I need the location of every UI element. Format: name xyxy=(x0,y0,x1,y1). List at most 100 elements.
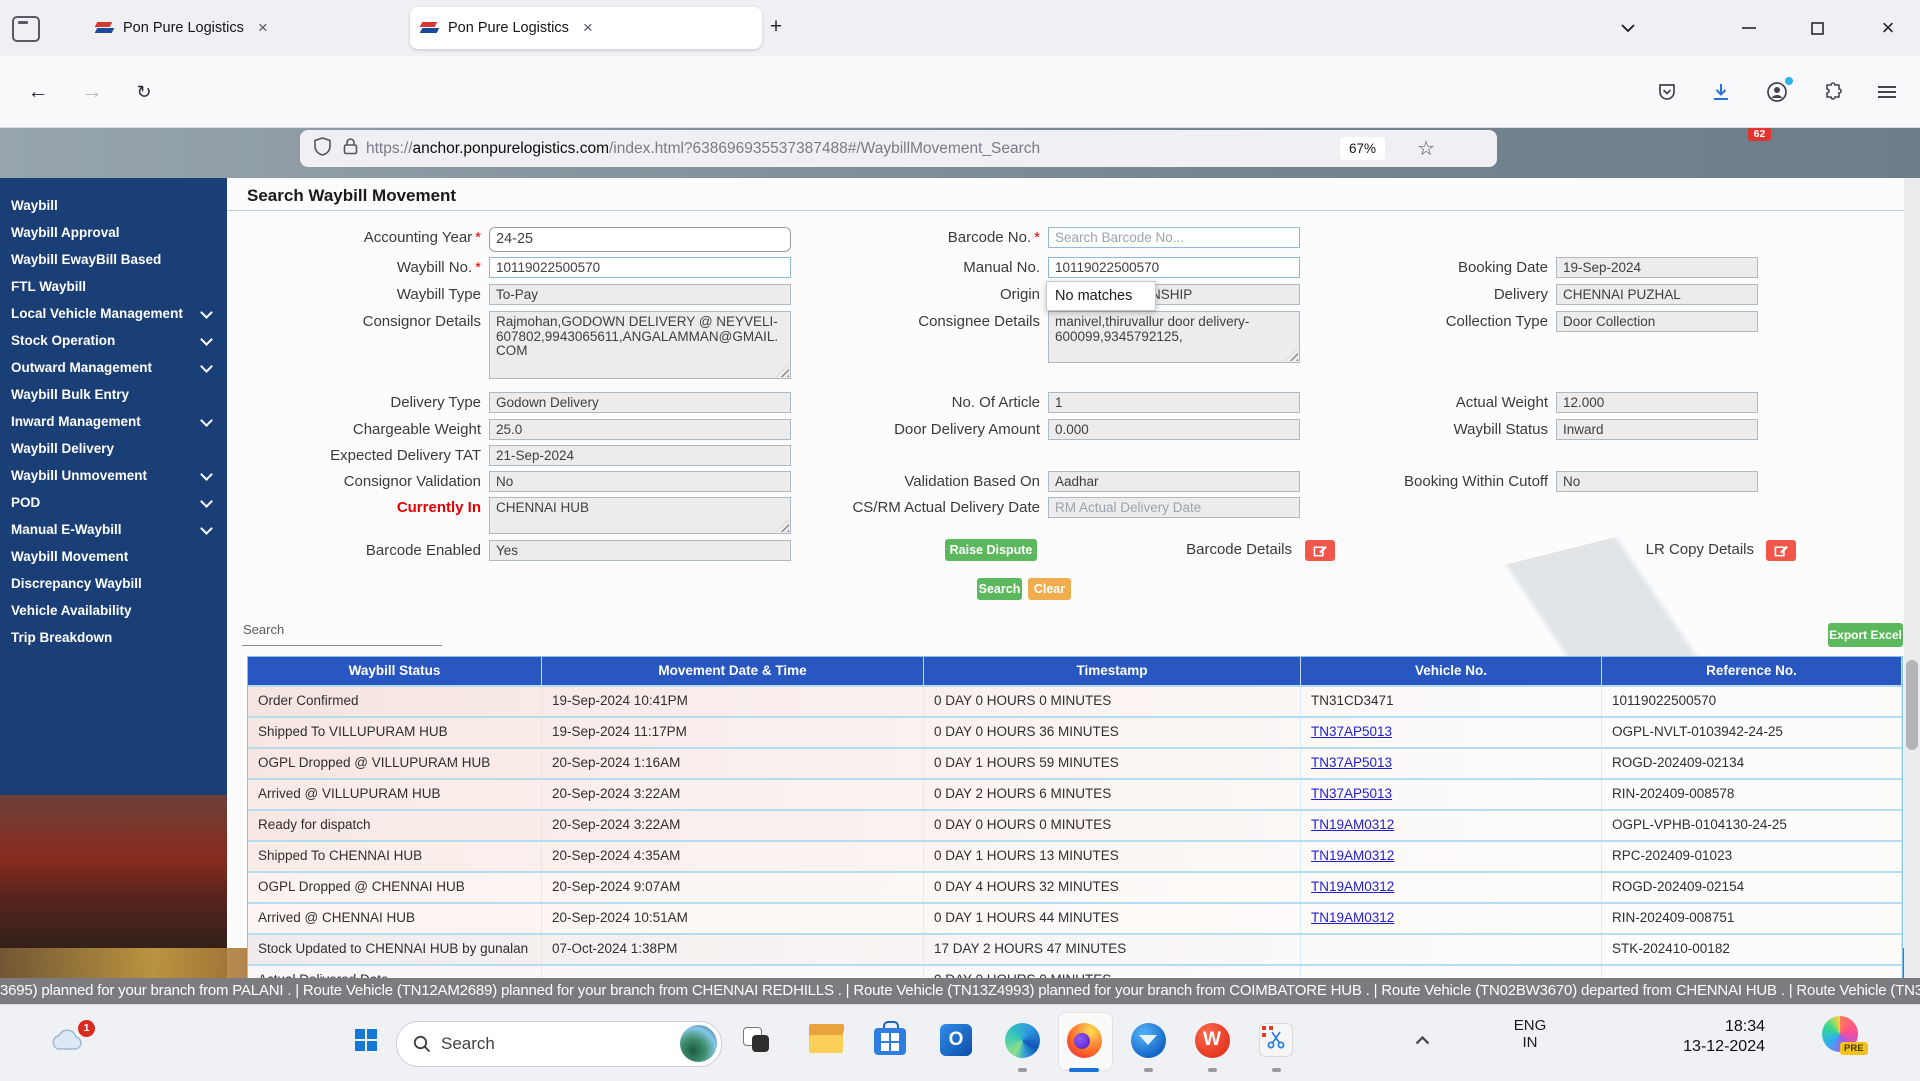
page-scrollbar-track[interactable] xyxy=(1904,178,1920,978)
thunderbird-icon[interactable] xyxy=(1122,1014,1174,1066)
window-minimize-button[interactable] xyxy=(1721,0,1777,56)
tab-list-chevron-icon[interactable] xyxy=(1600,0,1656,56)
vehicle-cell: TN31CD3471 xyxy=(1301,687,1602,716)
firefox-icon[interactable] xyxy=(1058,1014,1110,1066)
vehicle-link[interactable]: TN19AM0312 xyxy=(1311,879,1394,894)
url-bar[interactable]: https://anchor.ponpurelogistics.com/inde… xyxy=(300,130,1497,167)
task-view-button[interactable] xyxy=(731,1014,783,1066)
language-indicator[interactable]: ENGIN xyxy=(1508,1017,1552,1051)
sidebar-item-outward-management[interactable]: Outward Management xyxy=(0,354,227,381)
bookmark-star-icon[interactable]: ☆ xyxy=(1417,136,1435,161)
search-highlight-image[interactable] xyxy=(680,1025,717,1062)
sidebar-item-discrepancy-waybill[interactable]: Discrepancy Waybill xyxy=(0,570,227,597)
vehicle-link[interactable]: TN19AM0312 xyxy=(1311,848,1394,863)
field-label-csrm: CS/RM Actual Delivery Date xyxy=(740,499,1040,516)
browser-tab-active[interactable]: Pon Pure Logistics × xyxy=(410,7,762,49)
vehicle-link[interactable]: TN37AP5013 xyxy=(1311,786,1392,801)
outlook-icon[interactable]: O xyxy=(930,1014,982,1066)
search-button[interactable]: Search xyxy=(977,578,1022,600)
tray-clock[interactable]: 18:3413-12-2024 xyxy=(1665,1017,1765,1057)
start-button[interactable] xyxy=(340,1014,392,1066)
field-input-benabled[interactable]: Yes xyxy=(489,540,791,561)
firefox-view-icon[interactable] xyxy=(12,16,40,42)
field-input-csrm[interactable]: RM Actual Delivery Date xyxy=(1048,497,1300,518)
sidebar-item-trip-breakdown[interactable]: Trip Breakdown xyxy=(0,624,227,651)
back-icon[interactable]: ← xyxy=(24,78,52,106)
datetime-cell: 20-Sep-2024 10:51AM xyxy=(542,904,924,933)
menu-hamburger-icon[interactable] xyxy=(1872,78,1902,106)
field-input-cutoff[interactable]: No xyxy=(1556,471,1758,492)
pocket-icon[interactable] xyxy=(1652,78,1682,106)
field-input-barcode[interactable]: Search Barcode No... xyxy=(1048,227,1300,248)
vehicle-link[interactable]: TN37AP5013 xyxy=(1311,755,1392,770)
vehicle-cell: TN19AM0312 xyxy=(1301,873,1602,902)
taskbar-search[interactable]: Search xyxy=(396,1021,722,1067)
tray-chevron-up-icon[interactable] xyxy=(1396,1014,1448,1066)
field-input-bdate[interactable]: 19-Sep-2024 xyxy=(1556,257,1758,278)
field-label-consignee: Consignee Details xyxy=(740,313,1040,330)
sidebar-item-label: Local Vehicle Management xyxy=(11,306,183,321)
lock-icon[interactable] xyxy=(343,137,358,160)
sidebar-item-ftl-waybill[interactable]: FTL Waybill xyxy=(0,273,227,300)
snipping-tool-icon[interactable] xyxy=(1250,1014,1302,1066)
title-divider xyxy=(227,210,1904,211)
sidebar-item-waybill-ewaybill-based[interactable]: Waybill EwayBill Based xyxy=(0,246,227,273)
vehicle-link[interactable]: TN19AM0312 xyxy=(1311,910,1394,925)
window-close-button[interactable]: × xyxy=(1860,0,1916,56)
page-scrollbar-thumb[interactable] xyxy=(1906,660,1918,750)
window-maximize-button[interactable] xyxy=(1789,0,1845,56)
sidebar-item-manual-e-waybill[interactable]: Manual E-Waybill xyxy=(0,516,227,543)
lr-copy-details-edit-button[interactable] xyxy=(1766,540,1796,561)
field-value-wtype: To-Pay xyxy=(496,287,538,302)
new-tab-button[interactable]: + xyxy=(762,14,790,42)
field-input-ctype[interactable]: Door Collection xyxy=(1556,311,1758,332)
account-icon[interactable] xyxy=(1762,78,1792,106)
barcode-details-edit-button[interactable] xyxy=(1305,540,1335,561)
resize-grip-icon[interactable] xyxy=(776,519,789,532)
edge-icon[interactable] xyxy=(996,1014,1048,1066)
vehicle-link[interactable]: TN37AP5013 xyxy=(1311,724,1392,739)
field-label-ctype: Collection Type xyxy=(1248,313,1548,330)
field-input-wstatus[interactable]: Inward xyxy=(1556,419,1758,440)
resize-grip-icon[interactable] xyxy=(776,364,789,377)
field-value-vbo: Aadhar xyxy=(1055,474,1099,489)
extensions-icon[interactable] xyxy=(1818,78,1848,106)
wps-office-icon[interactable]: W xyxy=(1186,1014,1238,1066)
downloads-icon[interactable] xyxy=(1706,78,1736,106)
sidebar-item-stock-operation[interactable]: Stock Operation xyxy=(0,327,227,354)
status-cell: Shipped To CHENNAI HUB xyxy=(248,842,542,871)
resize-grip-icon[interactable] xyxy=(1285,348,1298,361)
field-input-delivery[interactable]: CHENNAI PUZHAL xyxy=(1556,284,1758,305)
export-excel-button[interactable]: Export Excel xyxy=(1828,623,1903,647)
sidebar-item-vehicle-availability[interactable]: Vehicle Availability xyxy=(0,597,227,624)
sidebar-item-pod[interactable]: POD xyxy=(0,489,227,516)
sidebar-item-waybill-approval[interactable]: Waybill Approval xyxy=(0,219,227,246)
sidebar-item-inward-management[interactable]: Inward Management xyxy=(0,408,227,435)
file-explorer-icon[interactable] xyxy=(800,1014,852,1066)
vehicle-link[interactable]: TN19AM0312 xyxy=(1311,817,1394,832)
sidebar-item-waybill-movement[interactable]: Waybill Movement xyxy=(0,543,227,570)
shield-icon[interactable] xyxy=(314,137,331,161)
raise-dispute-button[interactable]: Raise Dispute xyxy=(945,539,1037,561)
account-notification-dot xyxy=(1785,77,1793,85)
field-value-ctype: Door Collection xyxy=(1563,314,1655,329)
close-tab-icon[interactable]: × xyxy=(254,18,272,38)
zoom-level-badge[interactable]: 67% xyxy=(1340,137,1385,160)
browser-tab-inactive[interactable]: Pon Pure Logistics × xyxy=(85,7,413,49)
sidebar-item-waybill-delivery[interactable]: Waybill Delivery xyxy=(0,435,227,462)
field-value-barcode: Search Barcode No... xyxy=(1055,230,1184,245)
chevron-down-icon xyxy=(200,522,213,535)
field-input-tat[interactable]: 21-Sep-2024 xyxy=(489,445,791,466)
sidebar-item-local-vehicle-management[interactable]: Local Vehicle Management xyxy=(0,300,227,327)
sidebar-item-label: Stock Operation xyxy=(11,333,115,348)
field-input-aweight[interactable]: 12.000 xyxy=(1556,392,1758,413)
sidebar-item-waybill-bulk-entry[interactable]: Waybill Bulk Entry xyxy=(0,381,227,408)
forward-icon[interactable]: → xyxy=(78,78,106,106)
clear-button[interactable]: Clear xyxy=(1028,578,1071,600)
microsoft-store-icon[interactable] xyxy=(864,1014,916,1066)
reload-icon[interactable]: ↻ xyxy=(130,78,158,106)
results-search-input[interactable] xyxy=(242,623,442,646)
sidebar-item-waybill-unmovement[interactable]: Waybill Unmovement xyxy=(0,462,227,489)
sidebar-item-waybill[interactable]: Waybill xyxy=(0,192,227,219)
close-tab-icon[interactable]: × xyxy=(579,18,597,38)
